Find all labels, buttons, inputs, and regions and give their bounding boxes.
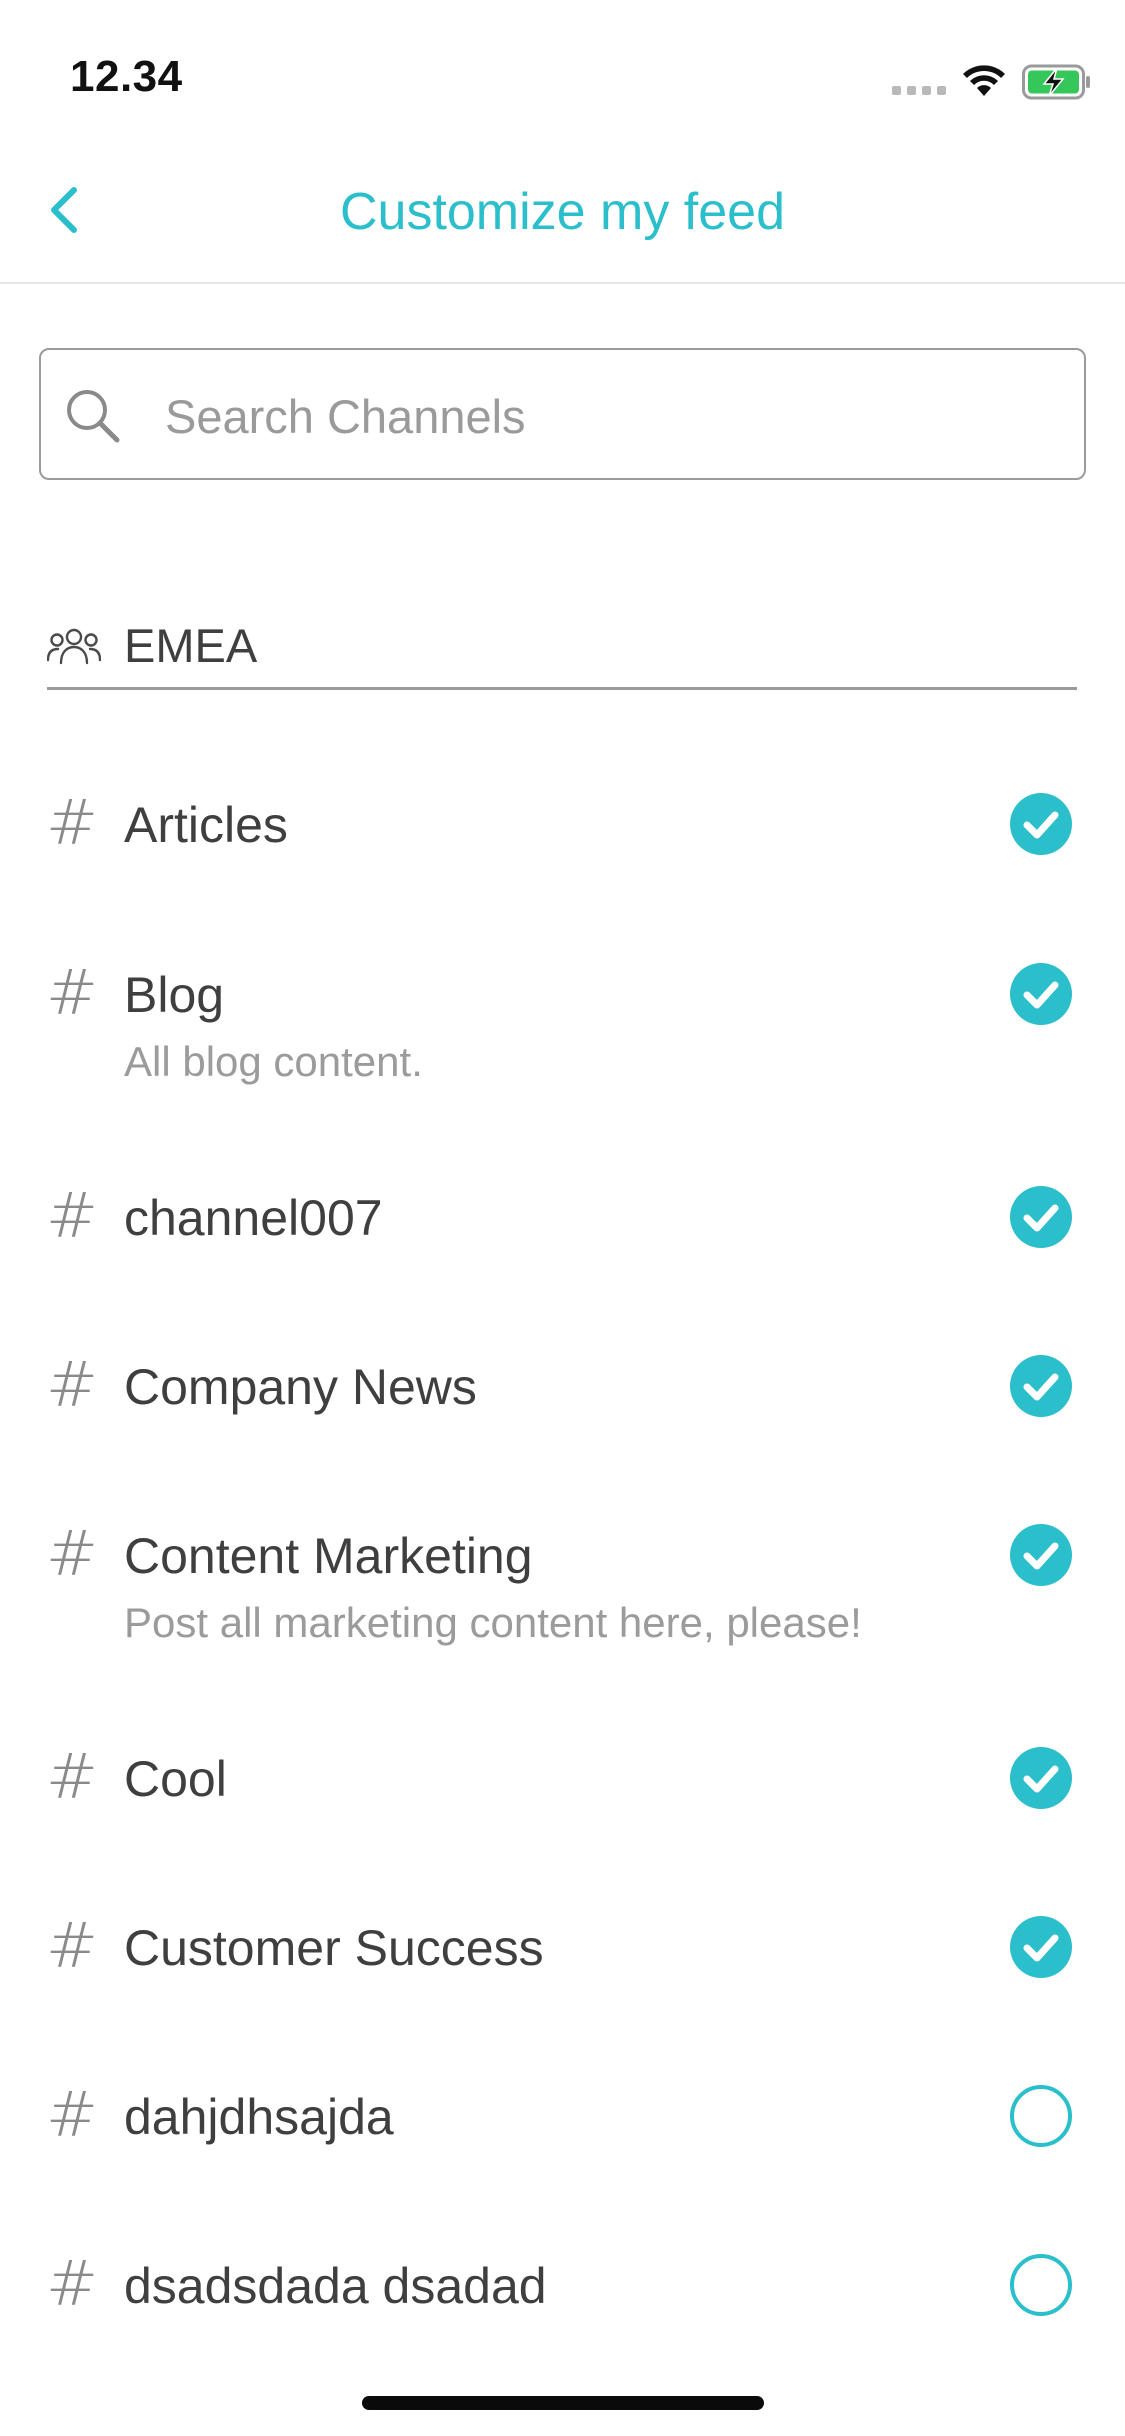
channel-name: dahjdhsajda [124,2089,394,2145]
channel-row[interactable]: # Customer Success [0,1915,1125,2065]
status-time: 12.34 [70,52,183,101]
hash-icon: # [46,1740,98,1813]
channel-row[interactable]: # Company News [0,1354,1125,1504]
channel-name: channel007 [124,1190,383,1246]
hash-icon: # [46,1909,98,1982]
cellular-signal-icon [892,86,946,95]
search-icon [67,390,120,443]
empty-circle-icon[interactable] [1009,2084,1073,2148]
channel-row[interactable]: # dsadsdada dsadad [0,2253,1125,2403]
hash-icon: # [46,2078,98,2151]
check-circle-icon[interactable] [1009,962,1073,1026]
channel-name: Content Marketing [124,1528,533,1584]
channel-name: Company News [124,1359,477,1415]
check-circle-icon[interactable] [1009,1354,1073,1418]
nav-bar: Customize my feed [0,132,1125,284]
hash-icon: # [46,786,98,859]
hash-icon: # [46,1179,98,1252]
screen: 12.34 Customize my feed Search Channels … [0,0,1125,2436]
check-circle-icon[interactable] [1009,1523,1073,1587]
hash-icon: # [46,956,98,1029]
channel-name: dsadsdada dsadad [124,2258,547,2314]
check-circle-icon[interactable] [1009,792,1073,856]
home-indicator [362,2396,764,2410]
channel-name: Customer Success [124,1920,544,1976]
check-circle-icon[interactable] [1009,1746,1073,1810]
channel-description: Post all marketing content here, please! [124,1599,862,1646]
group-label: EMEA [124,619,258,672]
channel-name: Cool [124,1751,227,1807]
channel-name: Articles [124,797,288,853]
channel-row[interactable]: # Content Marketing Post all marketing c… [0,1523,1125,1673]
channel-row[interactable]: # Articles [0,792,1125,942]
channel-row[interactable]: # Cool [0,1746,1125,1896]
search-box[interactable] [39,348,1086,480]
channel-name: Blog [124,967,225,1023]
channel-row[interactable]: # channel007 [0,1185,1125,1335]
check-circle-icon[interactable] [1009,1915,1073,1979]
battery-charging-icon [1022,64,1090,100]
users-icon [47,628,101,665]
group-header: EMEA [47,608,1077,690]
channel-row[interactable]: # Blog All blog content. [0,962,1125,1112]
check-circle-icon[interactable] [1009,1185,1073,1249]
page-title: Customize my feed [339,183,786,241]
hash-icon: # [46,1517,98,1590]
search-input[interactable] [165,376,1045,456]
wifi-icon [963,65,1005,96]
channel-description: All blog content. [124,1038,423,1085]
status-bar: 12.34 [0,0,1125,132]
empty-circle-icon[interactable] [1009,2253,1073,2317]
hash-icon: # [46,2247,98,2320]
hash-icon: # [46,1348,98,1421]
channel-row[interactable]: # dahjdhsajda [0,2084,1125,2234]
